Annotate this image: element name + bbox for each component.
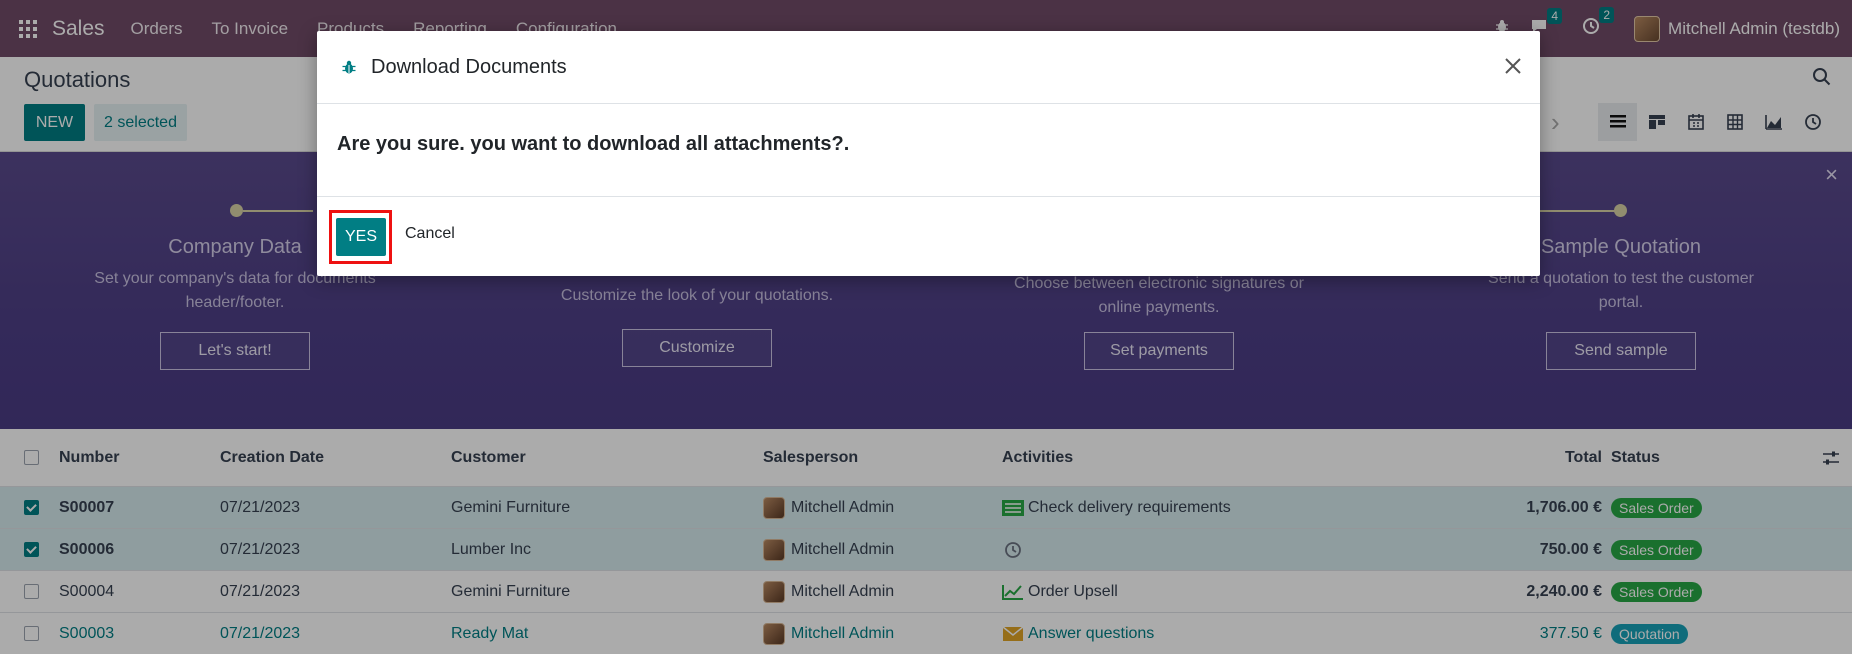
modal-header: Download Documents — [317, 31, 1540, 104]
modal-footer: YES Cancel — [317, 197, 1540, 275]
modal-body: Are you sure. you want to download all a… — [317, 104, 1540, 197]
download-documents-dialog: Download Documents Are you sure. you wan… — [317, 31, 1540, 276]
modal-title: Download Documents — [371, 55, 567, 78]
yes-button[interactable]: YES — [336, 218, 386, 256]
cancel-button[interactable]: Cancel — [405, 225, 455, 243]
debug-bug-icon — [342, 60, 356, 74]
confirmation-message: Are you sure. you want to download all a… — [337, 132, 850, 155]
close-icon[interactable] — [1500, 53, 1526, 79]
